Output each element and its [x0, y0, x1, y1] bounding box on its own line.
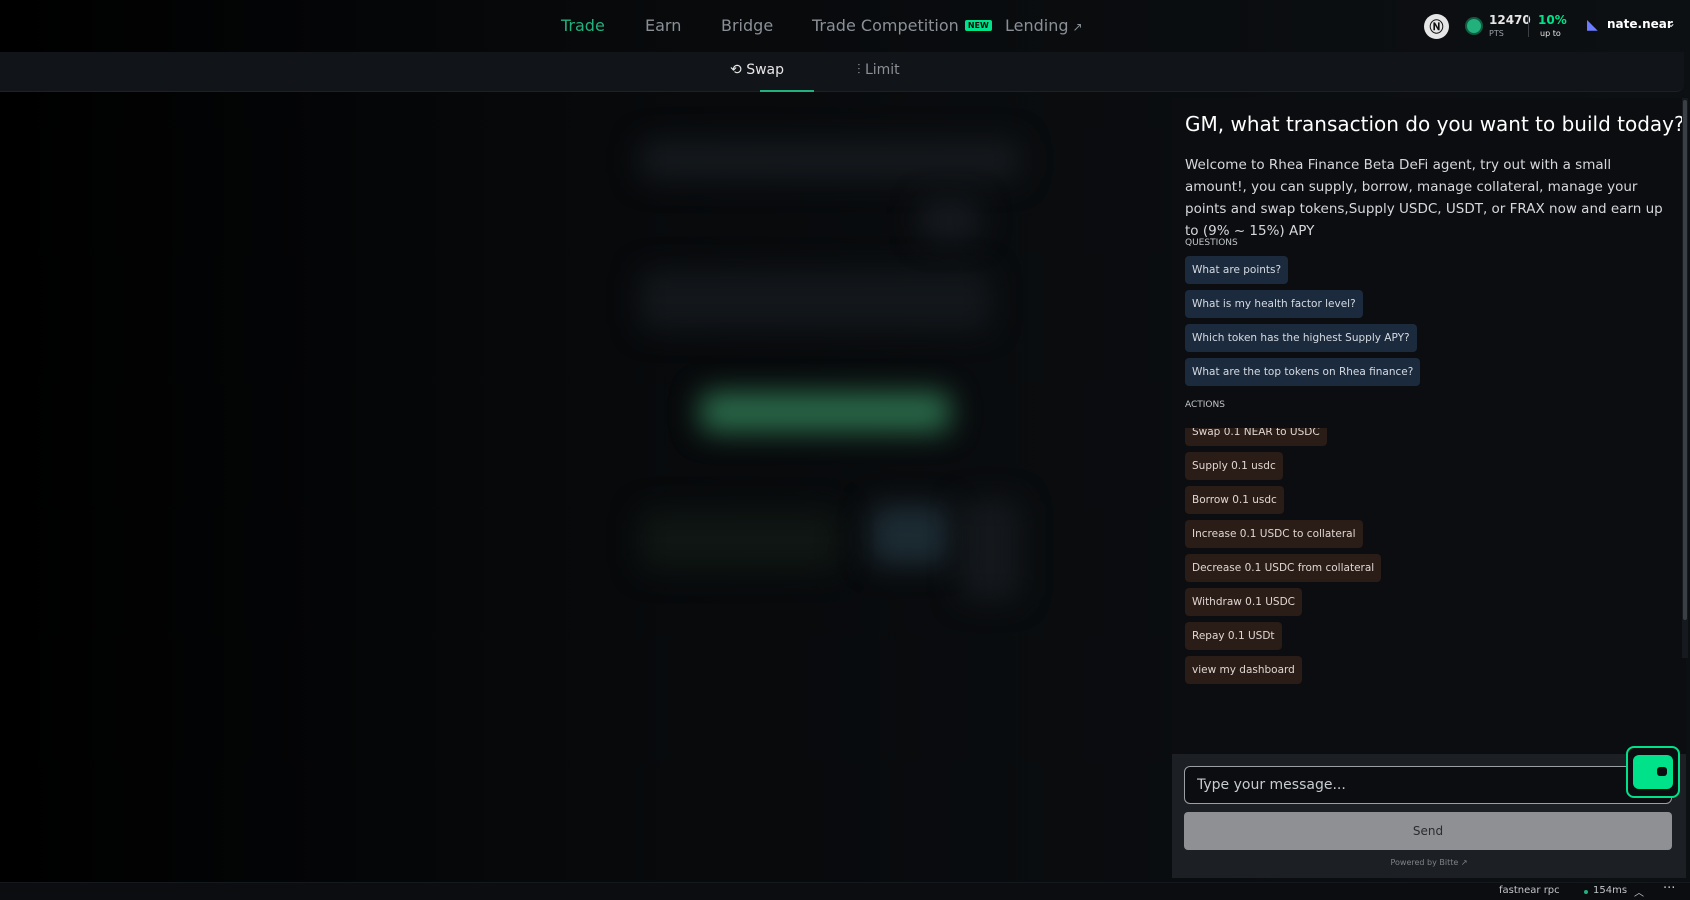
question-chip[interactable]: What is my health factor level? [1185, 290, 1363, 318]
swap-icon: ⟲ [730, 62, 742, 78]
chat-intro: Welcome to Rhea Finance Beta DeFi agent,… [1185, 157, 1663, 239]
nav-trade-competition[interactable]: Trade Competition NEW [812, 16, 992, 35]
chat-scrollbar-thumb[interactable] [1683, 100, 1687, 620]
chat-composer: Send Powered by Bitte ↗ [1172, 754, 1686, 878]
new-badge: NEW [964, 20, 992, 31]
actions-label: ACTIONS [1185, 400, 1225, 410]
action-chip[interactable]: Repay 0.1 USDt [1185, 622, 1282, 650]
actions-list: Swap 0.1 NEAR to USDC Supply 0.1 usdc Bo… [1172, 428, 1686, 802]
powered-by-link[interactable]: Powered by Bitte ↗ [1172, 858, 1686, 867]
blur-card-3 [960, 500, 1020, 600]
action-chip[interactable]: Decrease 0.1 USDC from collateral [1185, 554, 1382, 582]
tab-limit[interactable]: ⫶ Limit [857, 62, 900, 78]
action-chip[interactable]: Withdraw 0.1 USDC [1185, 588, 1302, 616]
nav-trade[interactable]: Trade [561, 16, 605, 35]
tab-swap-label: Swap [746, 62, 784, 78]
sub-nav: ⟲ Swap ⫶ Limit [0, 52, 1684, 92]
points-coin-icon [1465, 17, 1483, 35]
status-bar: fastnear rpc 154ms ︿ ··· [0, 881, 1690, 900]
external-link-icon: ↗ [1072, 20, 1083, 34]
near-logo-icon[interactable]: Ⓝ [1424, 14, 1449, 39]
blur-card-2 [640, 510, 840, 570]
action-chip[interactable]: Increase 0.1 USDC to collateral [1185, 520, 1363, 548]
question-chip[interactable]: What are points? [1185, 256, 1289, 284]
agent-chat-panel: GM, what transaction do you want to buil… [1172, 98, 1686, 878]
tab-swap[interactable]: ⟲ Swap [730, 62, 784, 78]
wallet-icon [1633, 755, 1673, 789]
nav-earn[interactable]: Earn [645, 16, 681, 35]
rpc-name[interactable]: fastnear rpc [1499, 885, 1560, 896]
questions-label: QUESTIONS [1185, 238, 1238, 248]
chart-icon: ⫶ [857, 62, 861, 78]
chevron-up-icon[interactable]: ︿ [1634, 884, 1644, 899]
action-chip[interactable]: Supply 0.1 usdc [1185, 452, 1283, 480]
nav-trade-competition-label: Trade Competition [812, 16, 959, 35]
blur-card [870, 505, 950, 565]
question-chip[interactable]: What are the top tokens on Rhea finance? [1185, 358, 1421, 386]
divider [1528, 15, 1529, 37]
action-chip[interactable]: Borrow 0.1 usdc [1185, 486, 1284, 514]
account-name[interactable]: nate.near [1607, 17, 1673, 31]
blur-swap-button [700, 392, 950, 432]
tab-limit-label: Limit [864, 62, 900, 78]
points-label: PTS [1489, 29, 1504, 38]
blur-header [640, 140, 1020, 180]
points-value[interactable]: 12470 [1489, 13, 1531, 27]
blur-input-from [640, 270, 990, 330]
rpc-status-dot [1584, 890, 1588, 894]
chat-title: GM, what transaction do you want to buil… [1185, 112, 1685, 136]
rpc-latency: 154ms [1593, 885, 1628, 896]
chevron-down-icon[interactable]: ⌄ [1666, 16, 1676, 30]
nav-lending[interactable]: Lending ↗ [1005, 16, 1083, 35]
top-nav: Trade Earn Bridge Trade Competition NEW L… [0, 0, 1690, 52]
wallet-button[interactable] [1626, 746, 1680, 798]
boost-label: up to [1540, 29, 1561, 38]
rhea-logo-icon: ◣ [1587, 17, 1598, 33]
message-input[interactable] [1184, 766, 1672, 804]
active-tab-indicator [760, 90, 814, 92]
nav-lending-label: Lending [1005, 16, 1069, 35]
action-chip[interactable]: view my dashboard [1185, 656, 1302, 684]
send-button[interactable]: Send [1184, 812, 1672, 850]
boost-value[interactable]: 10% [1538, 13, 1567, 27]
more-icon[interactable]: ··· [1663, 881, 1675, 896]
question-chip[interactable]: Which token has the highest Supply APY? [1185, 324, 1417, 352]
nav-bridge[interactable]: Bridge [721, 16, 773, 35]
action-chip[interactable]: Swap 0.1 NEAR to USDC [1185, 428, 1327, 446]
app-root: Trade Earn Bridge Trade Competition NEW L… [0, 0, 1690, 900]
blur-token [920, 200, 980, 240]
